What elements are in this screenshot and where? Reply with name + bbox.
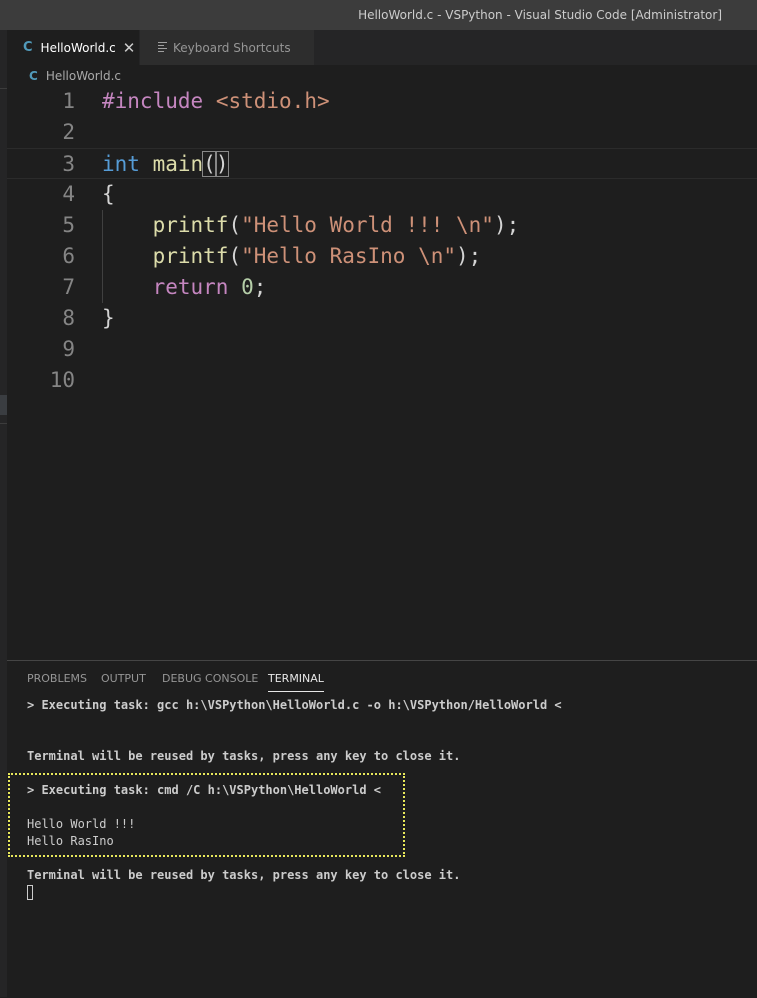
tab-debug-console[interactable]: DEBUG CONSOLE bbox=[162, 672, 258, 685]
scroll-marker[interactable] bbox=[0, 395, 7, 415]
line-number: 8 bbox=[62, 306, 75, 330]
line-number: 10 bbox=[49, 368, 75, 392]
code-editor[interactable]: 1 #include <stdio.h> 2 3 int main() 4 { … bbox=[7, 86, 757, 660]
code-line: 10 bbox=[7, 365, 757, 396]
number-literal: 0 bbox=[241, 275, 254, 299]
semicolon: ; bbox=[253, 275, 267, 299]
function-call: printf bbox=[152, 244, 229, 268]
terminal-line: > Executing task: gcc h:\VSPython\HelloW… bbox=[27, 698, 562, 712]
type-keyword: int bbox=[102, 152, 140, 176]
function-name: main bbox=[152, 152, 204, 176]
paren: ); bbox=[493, 213, 520, 237]
tab-keyboard-shortcuts[interactable]: Keyboard Shortcuts bbox=[140, 30, 314, 65]
line-content: printf("Hello RasIno \n"); bbox=[102, 241, 482, 272]
c-file-icon: C bbox=[23, 40, 33, 55]
code-line: 1 #include <stdio.h> bbox=[7, 86, 757, 117]
line-number: 3 bbox=[62, 152, 75, 176]
window-title: HelloWorld.c - VSPython - Visual Studio … bbox=[358, 8, 722, 22]
code-line: 4 { bbox=[7, 179, 757, 210]
editor-tab-bar: C HelloWorld.c ✕ Keyboard Shortcuts bbox=[7, 30, 757, 65]
code-line: 7 return 0; bbox=[7, 272, 757, 303]
string-literal: "Hello World !!! \n" bbox=[241, 213, 494, 237]
tab-terminal[interactable]: TERMINAL bbox=[268, 672, 324, 692]
code-line-current: 3 int main() bbox=[7, 148, 757, 179]
tab-helloworld-c[interactable]: C HelloWorld.c ✕ bbox=[7, 30, 139, 65]
return-keyword: return bbox=[152, 275, 229, 299]
activity-strip bbox=[0, 30, 7, 997]
function-call: printf bbox=[152, 213, 229, 237]
code-line: 2 bbox=[7, 117, 757, 148]
paren: ( bbox=[228, 244, 242, 268]
line-content: { bbox=[102, 182, 115, 206]
include-header: <stdio.h> bbox=[215, 89, 330, 113]
line-number: 9 bbox=[62, 337, 75, 361]
tab-problems[interactable]: PROBLEMS bbox=[27, 672, 87, 685]
keyboard-shortcuts-icon bbox=[158, 40, 167, 54]
line-content: } bbox=[102, 306, 115, 330]
terminal-line: Terminal will be reused by tasks, press … bbox=[27, 868, 461, 882]
line-number: 2 bbox=[62, 120, 75, 144]
code-line: 5 printf("Hello World !!! \n"); bbox=[7, 210, 757, 241]
line-number: 1 bbox=[62, 89, 75, 113]
preprocessor-directive: #include bbox=[102, 89, 204, 113]
breadcrumb-file[interactable]: HelloWorld.c bbox=[46, 69, 121, 83]
bracket: ( bbox=[202, 151, 217, 177]
line-content: #include <stdio.h> bbox=[102, 86, 330, 117]
divider bbox=[0, 88, 7, 89]
breadcrumb[interactable]: C HelloWorld.c bbox=[29, 67, 121, 85]
close-icon[interactable]: ✕ bbox=[123, 39, 136, 57]
annotation-highlight-box bbox=[8, 773, 405, 857]
line-number: 7 bbox=[62, 275, 75, 299]
bracket: ) bbox=[214, 151, 230, 177]
line-content: return 0; bbox=[102, 272, 267, 303]
c-file-icon: C bbox=[29, 69, 38, 83]
string-literal: "Hello RasIno \n" bbox=[241, 244, 457, 268]
line-number: 6 bbox=[62, 244, 75, 268]
paren: ( bbox=[228, 213, 242, 237]
tab-label: Keyboard Shortcuts bbox=[173, 40, 291, 55]
line-content: int main() bbox=[102, 149, 230, 180]
tab-output[interactable]: OUTPUT bbox=[101, 672, 146, 685]
line-content: printf("Hello World !!! \n"); bbox=[102, 210, 520, 241]
terminal-line: Terminal will be reused by tasks, press … bbox=[27, 749, 461, 763]
title-bar: HelloWorld.c - VSPython - Visual Studio … bbox=[0, 0, 757, 30]
tab-label: HelloWorld.c bbox=[40, 40, 116, 55]
code-line: 6 printf("Hello RasIno \n"); bbox=[7, 241, 757, 272]
line-number: 5 bbox=[62, 213, 75, 237]
line-number: 4 bbox=[62, 182, 75, 206]
code-line: 8 } bbox=[7, 303, 757, 334]
code-line: 9 bbox=[7, 334, 757, 365]
paren: ); bbox=[456, 244, 482, 268]
divider bbox=[0, 423, 7, 424]
terminal-cursor[interactable] bbox=[27, 885, 33, 900]
